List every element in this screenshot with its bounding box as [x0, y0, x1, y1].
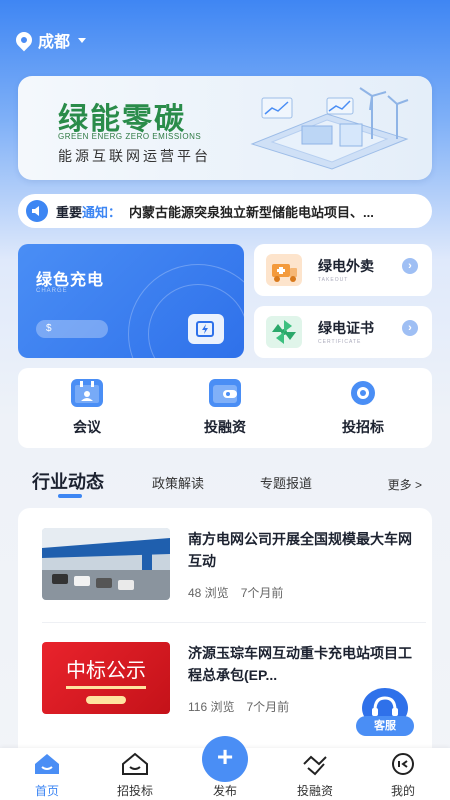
divider [42, 622, 426, 623]
currency-icon: $ [46, 323, 52, 334]
bid-icon [347, 379, 379, 407]
chevron-right-icon: › [402, 258, 418, 274]
bid-nav-icon [120, 752, 150, 776]
charge-subtitle: CHARGE [36, 288, 68, 294]
bottom-nav: 首页 招投标 + 发布 投融资 我的 [0, 736, 450, 800]
green-charge-card[interactable]: 绿色充电 CHARGE $ [18, 244, 244, 358]
green-certificate-card[interactable]: 绿电证书 CERTIFICATE › [254, 306, 432, 358]
chevron-right-icon: › [402, 320, 418, 336]
news-thumbnail [42, 528, 170, 600]
notice-keyword: 通知： [82, 204, 122, 220]
tab-industry-news[interactable]: 行业动态 [32, 468, 104, 494]
thumb-badge [86, 696, 126, 704]
energy-illustration-icon [250, 87, 409, 170]
news-title: 济源玉琮车网互动重卡充电站项目工程总承包(EP... [188, 645, 412, 683]
nav-label-publish: 发布 [212, 784, 237, 798]
takeout-subtitle: TAKEOUT [318, 277, 349, 283]
tab-special-reports[interactable]: 专题报道 [260, 473, 312, 492]
nav-label-profile: 我的 [390, 784, 415, 798]
tab-policy[interactable]: 政策解读 [152, 473, 204, 492]
pinwheel-icon [266, 316, 302, 348]
profile-icon [388, 752, 418, 776]
charging-icon [188, 314, 224, 344]
news-meta: 116 浏览 7个月前 [188, 698, 289, 715]
banner-subtitle: GREEN ENERG ZERO EMISSIONS [58, 132, 202, 141]
charge-pill: $ [36, 320, 108, 338]
nav-label-home: 首页 [34, 784, 59, 798]
promo-banner[interactable]: 绿能零碳 GREEN ENERG ZERO EMISSIONS 能源互联网运营平… [18, 76, 432, 180]
nav-profile[interactable]: 我的 [368, 752, 438, 799]
quick-label-finance: 投融资 [204, 419, 246, 435]
nav-bidding[interactable]: 招投标 [100, 752, 170, 799]
quick-item-finance[interactable]: 投融资 [156, 368, 294, 448]
wallet-icon [209, 379, 241, 407]
news-views: 116 浏览 [188, 700, 235, 714]
quick-menu: 会议 投融资 投招标 [18, 368, 432, 448]
home-icon [32, 752, 62, 776]
tab-active-indicator [58, 494, 82, 498]
customer-service-button[interactable]: 客服 [356, 688, 414, 740]
nav-finance[interactable]: 投融资 [280, 752, 350, 799]
notice-bar[interactable]: 重要通知： 内蒙古能源突泉独立新型储能电站项目、... [18, 194, 432, 228]
chevron-down-icon [78, 37, 87, 43]
certificate-subtitle: CERTIFICATE [318, 339, 362, 345]
more-link[interactable]: 更多 > [388, 476, 422, 493]
section-tabs: 行业动态 政策解读 专题报道 更多 > [32, 468, 432, 498]
green-takeout-card[interactable]: 绿电外卖 TAKEOUT › [254, 244, 432, 296]
quick-item-bidding[interactable]: 投招标 [294, 368, 432, 448]
service-label: 客服 [356, 716, 414, 736]
location-pin-icon [12, 28, 36, 52]
news-time: 7个月前 [240, 586, 284, 600]
charge-title: 绿色充电 [36, 272, 105, 289]
quick-label-meeting: 会议 [73, 419, 101, 435]
quick-label-bidding: 投招标 [342, 419, 384, 435]
nav-home[interactable]: 首页 [12, 752, 82, 799]
thumb-headline: 中标公示 [66, 658, 146, 682]
news-time: 7个月前 [246, 700, 290, 714]
news-meta: 48 浏览 7个月前 [188, 584, 283, 601]
notice-prefix: 重要 [56, 204, 83, 220]
nav-label-finance: 投融资 [296, 784, 333, 798]
city-label: 成都 [38, 34, 71, 51]
speaker-icon [26, 200, 48, 222]
banner-tagline: 能源互联网运营平台 [58, 149, 211, 165]
publish-button[interactable]: + [202, 736, 248, 782]
quick-item-meeting[interactable]: 会议 [18, 368, 156, 448]
location-selector[interactable]: 成都 [12, 28, 87, 52]
handshake-icon [300, 752, 330, 776]
nav-label-bidding: 招投标 [116, 784, 153, 798]
certificate-title: 绿电证书 [318, 320, 374, 336]
news-thumbnail: 中标公示 [42, 642, 170, 714]
takeout-title: 绿电外卖 [318, 258, 374, 274]
news-title: 南方电网公司开展全国规模最大车网互动 [188, 531, 412, 569]
thumb-line [66, 686, 146, 689]
calendar-icon [71, 379, 103, 407]
delivery-icon [266, 254, 302, 286]
news-views: 48 浏览 [188, 586, 229, 600]
notice-text: 内蒙古能源突泉独立新型储能电站项目、... [129, 204, 374, 220]
